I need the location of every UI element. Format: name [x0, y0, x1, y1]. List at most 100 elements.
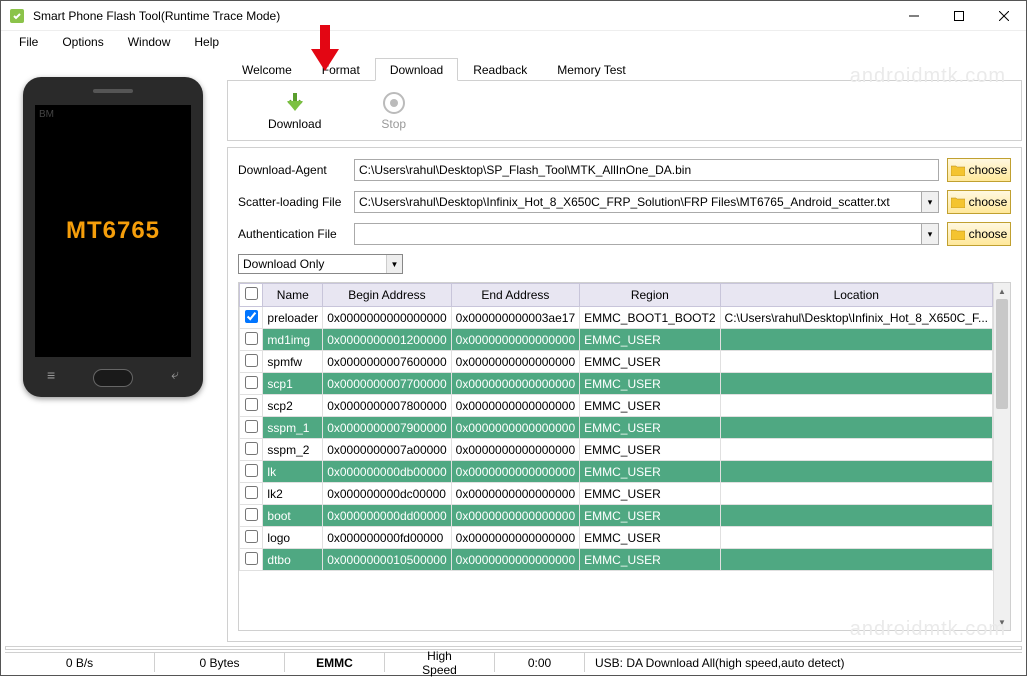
scatter-label: Scatter-loading File — [238, 195, 346, 209]
menu-window[interactable]: Window — [118, 33, 181, 51]
tab-memtest[interactable]: Memory Test — [542, 58, 640, 81]
cell-begin: 0x0000000000000000 — [323, 307, 451, 329]
menu-options[interactable]: Options — [52, 33, 113, 51]
cell-region: EMMC_USER — [580, 373, 720, 395]
row-checkbox[interactable] — [245, 376, 258, 389]
row-checkbox-cell — [240, 505, 263, 527]
table-row[interactable]: scp20x00000000078000000x0000000000000000… — [240, 395, 993, 417]
auth-dropdown[interactable]: ▾ — [921, 223, 939, 245]
row-checkbox[interactable] — [245, 354, 258, 367]
mode-select[interactable]: Download Only ▼ — [238, 254, 403, 274]
cell-begin: 0x0000000007900000 — [323, 417, 451, 439]
cell-region: EMMC_USER — [580, 483, 720, 505]
tabstrip: Welcome Format Download Readback Memory … — [227, 57, 1022, 81]
header-checkbox[interactable] — [245, 287, 258, 300]
tab-welcome[interactable]: Welcome — [227, 58, 307, 81]
cell-begin: 0x000000000dc00000 — [323, 483, 451, 505]
close-button[interactable] — [981, 1, 1026, 31]
row-checkbox[interactable] — [245, 508, 258, 521]
minimize-button[interactable] — [891, 1, 936, 31]
stop-button[interactable]: Stop — [381, 91, 406, 131]
phone-screen: BM MT6765 — [35, 105, 191, 357]
da-input[interactable] — [354, 159, 939, 181]
scatter-dropdown[interactable]: ▾ — [921, 191, 939, 213]
table-row[interactable]: scp10x00000000077000000x0000000000000000… — [240, 373, 993, 395]
table-row[interactable]: md1img0x00000000012000000x00000000000000… — [240, 329, 993, 351]
auth-choose-button[interactable]: choose — [947, 222, 1011, 246]
cell-begin: 0x0000000001200000 — [323, 329, 451, 351]
cell-region: EMMC_USER — [580, 505, 720, 527]
stop-icon — [382, 91, 406, 115]
row-checkbox[interactable] — [245, 486, 258, 499]
cell-location — [720, 439, 992, 461]
row-checkbox-cell — [240, 417, 263, 439]
menu-file[interactable]: File — [9, 33, 48, 51]
header-region[interactable]: Region — [580, 284, 720, 307]
cell-end: 0x0000000000000000 — [451, 417, 579, 439]
row-checkbox[interactable] — [245, 442, 258, 455]
tab-download[interactable]: Download — [375, 58, 458, 81]
table-row[interactable]: sspm_20x0000000007a000000x00000000000000… — [240, 439, 993, 461]
cell-location — [720, 527, 992, 549]
table-row[interactable]: dtbo0x00000000105000000x0000000000000000… — [240, 549, 993, 571]
row-checkbox[interactable] — [245, 332, 258, 345]
statusbar-wrap: 0 B/s 0 Bytes EMMC High Speed 0:00 USB: … — [1, 646, 1026, 672]
tab-format[interactable]: Format — [307, 58, 375, 81]
menu-help[interactable]: Help — [184, 33, 229, 51]
row-checkbox-cell — [240, 439, 263, 461]
da-label: Download-Agent — [238, 163, 346, 177]
scroll-up-icon[interactable]: ▲ — [994, 283, 1010, 299]
auth-input[interactable] — [354, 223, 921, 245]
choose-label: choose — [969, 195, 1008, 209]
scroll-down-icon[interactable]: ▼ — [994, 614, 1010, 630]
cell-region: EMMC_USER — [580, 549, 720, 571]
cell-name: spmfw — [263, 351, 323, 373]
status-time: 0:00 — [495, 653, 585, 672]
row-checkbox[interactable] — [245, 420, 258, 433]
table-row[interactable]: spmfw0x00000000076000000x000000000000000… — [240, 351, 993, 373]
folder-icon — [951, 197, 965, 208]
maximize-button[interactable] — [936, 1, 981, 31]
scroll-thumb[interactable] — [996, 299, 1008, 409]
table-scrollbar[interactable]: ▲ ▼ — [993, 283, 1010, 630]
table-row[interactable]: boot0x000000000dd000000x0000000000000000… — [240, 505, 993, 527]
table-row[interactable]: logo0x000000000fd000000x0000000000000000… — [240, 527, 993, 549]
cell-name: lk2 — [263, 483, 323, 505]
right-panel: Welcome Format Download Readback Memory … — [227, 57, 1022, 642]
header-begin[interactable]: Begin Address — [323, 284, 451, 307]
row-checkbox[interactable] — [245, 530, 258, 543]
row-checkbox-cell — [240, 527, 263, 549]
scatter-row: Scatter-loading File ▾ choose — [238, 190, 1011, 214]
download-button[interactable]: Download — [268, 91, 321, 131]
cell-end: 0x0000000000000000 — [451, 527, 579, 549]
partition-table: Name Begin Address End Address Region Lo… — [239, 283, 993, 571]
scatter-input[interactable] — [354, 191, 921, 213]
table-row[interactable]: sspm_10x00000000079000000x00000000000000… — [240, 417, 993, 439]
cell-location — [720, 461, 992, 483]
row-checkbox[interactable] — [245, 552, 258, 565]
scatter-choose-button[interactable]: choose — [947, 190, 1011, 214]
cell-name: lk — [263, 461, 323, 483]
cell-end: 0x0000000000000000 — [451, 439, 579, 461]
da-choose-button[interactable]: choose — [947, 158, 1011, 182]
row-checkbox-cell — [240, 373, 263, 395]
table-row[interactable]: lk0x000000000db000000x0000000000000000EM… — [240, 461, 993, 483]
row-checkbox[interactable] — [245, 310, 258, 323]
table-row[interactable]: preloader0x00000000000000000x00000000000… — [240, 307, 993, 329]
row-checkbox[interactable] — [245, 398, 258, 411]
header-name[interactable]: Name — [263, 284, 323, 307]
header-checkbox-cell — [240, 284, 263, 307]
cell-end: 0x0000000000000000 — [451, 351, 579, 373]
cell-name: md1img — [263, 329, 323, 351]
header-location[interactable]: Location — [720, 284, 992, 307]
cell-end: 0x0000000000000000 — [451, 395, 579, 417]
table-row[interactable]: lk20x000000000dc000000x0000000000000000E… — [240, 483, 993, 505]
app-icon — [9, 8, 25, 24]
header-end[interactable]: End Address — [451, 284, 579, 307]
row-checkbox[interactable] — [245, 464, 258, 477]
form-area: Download-Agent choose Scatter-loading Fi… — [227, 147, 1022, 642]
status-usb-speed: High Speed — [385, 653, 495, 672]
tab-readback[interactable]: Readback — [458, 58, 542, 81]
cell-begin: 0x0000000010500000 — [323, 549, 451, 571]
cell-name: sspm_2 — [263, 439, 323, 461]
